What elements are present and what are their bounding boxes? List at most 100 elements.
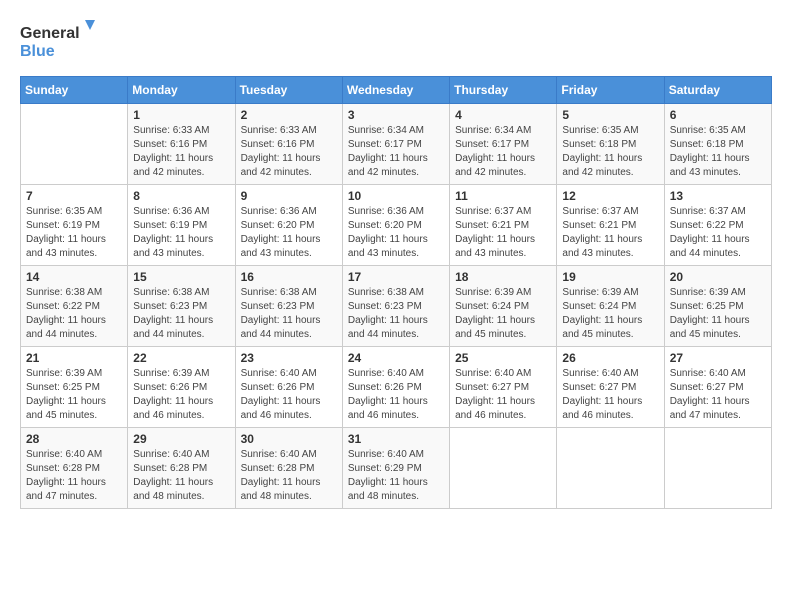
calendar-cell: 3Sunrise: 6:34 AM Sunset: 6:17 PM Daylig…	[342, 104, 449, 185]
day-number: 18	[455, 270, 551, 284]
day-info: Sunrise: 6:39 AM Sunset: 6:25 PM Dayligh…	[670, 286, 766, 342]
week-row-5: 28 Sunrise: 6:40 AM Sunset: 6:28 PM Dayli…	[21, 428, 772, 509]
calendar-cell: 23 Sunrise: 6:40 AM Sunset: 6:26 PM Dayli…	[235, 347, 342, 428]
day-info: Sunrise: 6:34 AM Sunset: 6:17 PM Dayligh…	[348, 124, 444, 180]
day-number: 22	[133, 351, 229, 365]
day-info: Sunrise: 6:40 AM Sunset: 6:28 PM Dayligh…	[26, 448, 122, 504]
calendar-cell: 8 Sunrise: 6:36 AM Sunset: 6:19 PM Daylig…	[128, 185, 235, 266]
day-info: Sunrise: 6:34 AM Sunset: 6:17 PM Dayligh…	[455, 124, 551, 180]
day-number: 25	[455, 351, 551, 365]
day-number: 5	[562, 108, 658, 122]
calendar-cell: 6 Sunrise: 6:35 AM Sunset: 6:18 PM Daylig…	[664, 104, 771, 185]
calendar-cell: 27 Sunrise: 6:40 AM Sunset: 6:27 PM Dayli…	[664, 347, 771, 428]
day-number: 10	[348, 189, 444, 203]
day-info: Sunrise: 6:38 AM Sunset: 6:23 PM Dayligh…	[133, 286, 229, 342]
calendar-cell: 22 Sunrise: 6:39 AM Sunset: 6:26 PM Dayli…	[128, 347, 235, 428]
day-number: 27	[670, 351, 766, 365]
calendar-cell	[557, 428, 664, 509]
calendar-cell: 5 Sunrise: 6:35 AM Sunset: 6:18 PM Daylig…	[557, 104, 664, 185]
calendar-cell: 15 Sunrise: 6:38 AM Sunset: 6:23 PM Dayli…	[128, 266, 235, 347]
day-info: Sunrise: 6:37 AM Sunset: 6:21 PM Dayligh…	[455, 205, 551, 261]
day-number: 31	[348, 432, 444, 446]
calendar-cell: 28 Sunrise: 6:40 AM Sunset: 6:28 PM Dayli…	[21, 428, 128, 509]
calendar-cell: 2Sunrise: 6:33 AM Sunset: 6:16 PM Daylig…	[235, 104, 342, 185]
calendar-cell: 10 Sunrise: 6:36 AM Sunset: 6:20 PM Dayli…	[342, 185, 449, 266]
day-number: 29	[133, 432, 229, 446]
day-number: 8	[133, 189, 229, 203]
day-info: Sunrise: 6:40 AM Sunset: 6:26 PM Dayligh…	[348, 367, 444, 423]
calendar-cell	[21, 104, 128, 185]
calendar-table: SundayMondayTuesdayWednesdayThursdayFrid…	[20, 76, 772, 509]
svg-text:Blue: Blue	[20, 43, 55, 60]
day-number: 16	[241, 270, 337, 284]
day-info: Sunrise: 6:40 AM Sunset: 6:28 PM Dayligh…	[133, 448, 229, 504]
day-headers: SundayMondayTuesdayWednesdayThursdayFrid…	[21, 77, 772, 104]
day-info: Sunrise: 6:40 AM Sunset: 6:27 PM Dayligh…	[670, 367, 766, 423]
day-number: 24	[348, 351, 444, 365]
day-number: 19	[562, 270, 658, 284]
day-info: Sunrise: 6:39 AM Sunset: 6:24 PM Dayligh…	[562, 286, 658, 342]
day-info: Sunrise: 6:35 AM Sunset: 6:18 PM Dayligh…	[670, 124, 766, 180]
calendar-cell: 26Sunrise: 6:40 AM Sunset: 6:27 PM Dayli…	[557, 347, 664, 428]
calendar-cell: 30 Sunrise: 6:40 AM Sunset: 6:28 PM Dayli…	[235, 428, 342, 509]
calendar-cell: 1 Sunrise: 6:33 AM Sunset: 6:16 PM Daylig…	[128, 104, 235, 185]
calendar-cell: 12 Sunrise: 6:37 AM Sunset: 6:21 PM Dayli…	[557, 185, 664, 266]
day-number: 14	[26, 270, 122, 284]
day-info: Sunrise: 6:40 AM Sunset: 6:26 PM Dayligh…	[241, 367, 337, 423]
calendar-cell: 18 Sunrise: 6:39 AM Sunset: 6:24 PM Dayli…	[450, 266, 557, 347]
day-number: 12	[562, 189, 658, 203]
day-header-friday: Friday	[557, 77, 664, 104]
calendar-cell: 16Sunrise: 6:38 AM Sunset: 6:23 PM Dayli…	[235, 266, 342, 347]
day-info: Sunrise: 6:36 AM Sunset: 6:20 PM Dayligh…	[348, 205, 444, 261]
calendar-cell: 25 Sunrise: 6:40 AM Sunset: 6:27 PM Dayli…	[450, 347, 557, 428]
day-number: 17	[348, 270, 444, 284]
calendar-cell: 4Sunrise: 6:34 AM Sunset: 6:17 PM Daylig…	[450, 104, 557, 185]
day-info: Sunrise: 6:35 AM Sunset: 6:18 PM Dayligh…	[562, 124, 658, 180]
day-header-saturday: Saturday	[664, 77, 771, 104]
day-info: Sunrise: 6:39 AM Sunset: 6:26 PM Dayligh…	[133, 367, 229, 423]
day-info: Sunrise: 6:40 AM Sunset: 6:27 PM Dayligh…	[455, 367, 551, 423]
calendar-cell: 9 Sunrise: 6:36 AM Sunset: 6:20 PM Daylig…	[235, 185, 342, 266]
day-number: 23	[241, 351, 337, 365]
day-info: Sunrise: 6:39 AM Sunset: 6:24 PM Dayligh…	[455, 286, 551, 342]
calendar-cell: 19 Sunrise: 6:39 AM Sunset: 6:24 PM Dayli…	[557, 266, 664, 347]
day-info: Sunrise: 6:37 AM Sunset: 6:21 PM Dayligh…	[562, 205, 658, 261]
day-number: 9	[241, 189, 337, 203]
day-number: 21	[26, 351, 122, 365]
day-number: 15	[133, 270, 229, 284]
calendar-cell: 7 Sunrise: 6:35 AM Sunset: 6:19 PM Daylig…	[21, 185, 128, 266]
calendar-cell: 11 Sunrise: 6:37 AM Sunset: 6:21 PM Dayli…	[450, 185, 557, 266]
day-number: 11	[455, 189, 551, 203]
calendar-cell: 13 Sunrise: 6:37 AM Sunset: 6:22 PM Dayli…	[664, 185, 771, 266]
day-number: 26	[562, 351, 658, 365]
day-header-wednesday: Wednesday	[342, 77, 449, 104]
week-row-4: 21 Sunrise: 6:39 AM Sunset: 6:25 PM Dayli…	[21, 347, 772, 428]
day-info: Sunrise: 6:37 AM Sunset: 6:22 PM Dayligh…	[670, 205, 766, 261]
day-info: Sunrise: 6:38 AM Sunset: 6:23 PM Dayligh…	[348, 286, 444, 342]
day-number: 30	[241, 432, 337, 446]
day-info: Sunrise: 6:36 AM Sunset: 6:19 PM Dayligh…	[133, 205, 229, 261]
calendar-cell	[664, 428, 771, 509]
calendar-cell: 14 Sunrise: 6:38 AM Sunset: 6:22 PM Dayli…	[21, 266, 128, 347]
day-info: Sunrise: 6:35 AM Sunset: 6:19 PM Dayligh…	[26, 205, 122, 261]
day-info: Sunrise: 6:40 AM Sunset: 6:28 PM Dayligh…	[241, 448, 337, 504]
day-info: Sunrise: 6:38 AM Sunset: 6:22 PM Dayligh…	[26, 286, 122, 342]
day-header-tuesday: Tuesday	[235, 77, 342, 104]
day-number: 7	[26, 189, 122, 203]
day-info: Sunrise: 6:36 AM Sunset: 6:20 PM Dayligh…	[241, 205, 337, 261]
day-number: 20	[670, 270, 766, 284]
calendar-cell: 21 Sunrise: 6:39 AM Sunset: 6:25 PM Dayli…	[21, 347, 128, 428]
day-header-monday: Monday	[128, 77, 235, 104]
logo-icon: GeneralBlue	[20, 20, 100, 60]
day-number: 1	[133, 108, 229, 122]
day-number: 13	[670, 189, 766, 203]
day-number: 28	[26, 432, 122, 446]
calendar-cell: 24 Sunrise: 6:40 AM Sunset: 6:26 PM Dayli…	[342, 347, 449, 428]
calendar-cell	[450, 428, 557, 509]
logo: GeneralBlue	[20, 20, 100, 60]
calendar-cell: 31Sunrise: 6:40 AM Sunset: 6:29 PM Dayli…	[342, 428, 449, 509]
day-info: Sunrise: 6:33 AM Sunset: 6:16 PM Dayligh…	[133, 124, 229, 180]
day-info: Sunrise: 6:39 AM Sunset: 6:25 PM Dayligh…	[26, 367, 122, 423]
day-number: 6	[670, 108, 766, 122]
page-header: GeneralBlue	[20, 20, 772, 60]
